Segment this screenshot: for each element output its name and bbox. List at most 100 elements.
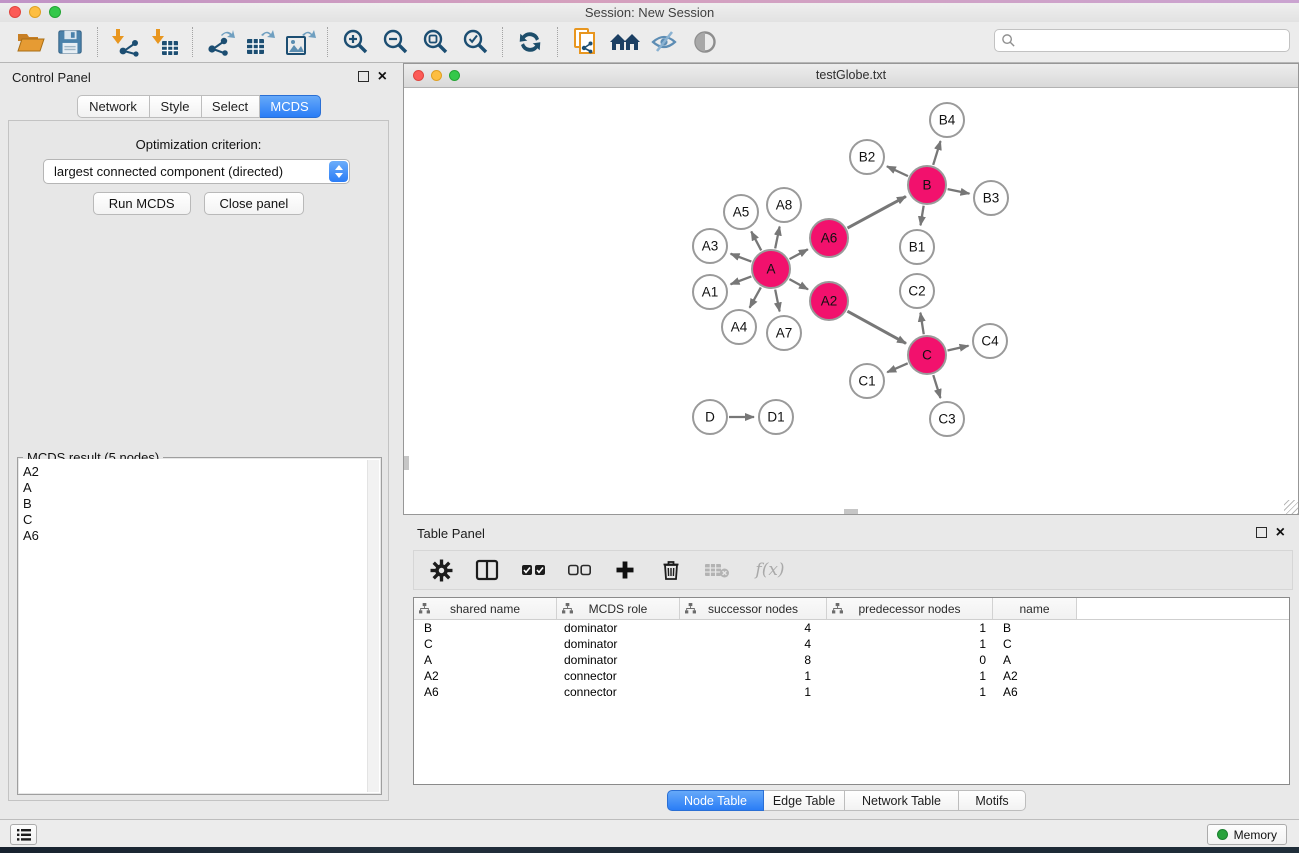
- graph-node-A2[interactable]: A2: [810, 282, 848, 320]
- table-settings-button[interactable]: [428, 557, 454, 583]
- network-canvas[interactable]: B4 B2 B B3 A8 A5 A6 A3 B1 A A1 C2 A2 A4 A7 C4 C C1 C3 D D1: [404, 88, 1298, 514]
- import-network-button[interactable]: [105, 25, 145, 59]
- graph-node-A7[interactable]: A7: [767, 316, 801, 350]
- resize-grip[interactable]: [1284, 500, 1298, 514]
- export-image-button[interactable]: [280, 25, 320, 59]
- graph-edge-A2-C[interactable]: [847, 311, 906, 343]
- tab-network-table[interactable]: Network Table: [845, 790, 959, 811]
- memory-button[interactable]: Memory: [1207, 824, 1287, 845]
- delete-column-button[interactable]: [658, 557, 684, 583]
- graph-node-C4[interactable]: C4: [973, 324, 1007, 358]
- graph-edge-A-A1[interactable]: [731, 276, 752, 284]
- list-item[interactable]: A: [23, 480, 380, 496]
- tab-mcds[interactable]: MCDS: [260, 95, 321, 118]
- show-columns-button[interactable]: [474, 557, 500, 583]
- zoom-fit-button[interactable]: [415, 25, 455, 59]
- graph-node-A5[interactable]: A5: [724, 195, 758, 229]
- column-header-successor-nodes[interactable]: successor nodes: [680, 598, 827, 619]
- graph-edge-C-C1[interactable]: [887, 363, 908, 372]
- table-row[interactable]: C dominator 4 1 C: [414, 636, 1289, 652]
- graph-edge-A-A5[interactable]: [751, 231, 761, 250]
- tab-select[interactable]: Select: [202, 95, 260, 118]
- graph-edge-B-B1[interactable]: [921, 206, 924, 226]
- graph-node-A8[interactable]: A8: [767, 188, 801, 222]
- graph-edge-A-A7[interactable]: [775, 290, 779, 312]
- tab-edge-table[interactable]: Edge Table: [764, 790, 845, 811]
- list-item[interactable]: A2: [23, 464, 380, 480]
- zoom-out-button[interactable]: [375, 25, 415, 59]
- clone-network-button[interactable]: [565, 25, 605, 59]
- scrollbar-nub[interactable]: [844, 509, 858, 514]
- tab-node-table[interactable]: Node Table: [667, 790, 764, 811]
- tab-motifs[interactable]: Motifs: [959, 790, 1026, 811]
- apply-function-button[interactable]: f(x): [750, 557, 790, 583]
- graph-node-C1[interactable]: C1: [850, 364, 884, 398]
- graph-node-B2[interactable]: B2: [850, 140, 884, 174]
- float-panel-icon[interactable]: [358, 71, 369, 82]
- table-row[interactable]: A dominator 8 0 A: [414, 652, 1289, 668]
- list-scrollbar[interactable]: [367, 460, 379, 792]
- graph-edge-A-A4[interactable]: [750, 287, 761, 307]
- delete-table-button[interactable]: [704, 557, 730, 583]
- add-column-button[interactable]: [612, 557, 638, 583]
- graph-node-D1[interactable]: D1: [759, 400, 793, 434]
- refresh-button[interactable]: [510, 25, 550, 59]
- column-header-name[interactable]: name: [993, 598, 1077, 619]
- graph-edge-B-B2[interactable]: [887, 166, 908, 176]
- show-graphics-button[interactable]: [685, 25, 725, 59]
- list-item[interactable]: C: [23, 512, 380, 528]
- list-item[interactable]: B: [23, 496, 380, 512]
- save-session-button[interactable]: [50, 25, 90, 59]
- search-field[interactable]: [994, 29, 1290, 52]
- table-row[interactable]: A6 connector 1 1 A6: [414, 684, 1289, 700]
- float-panel-icon[interactable]: [1256, 527, 1267, 538]
- graph-edge-C-C2[interactable]: [920, 313, 923, 335]
- graph-node-B1[interactable]: B1: [900, 230, 934, 264]
- graph-edge-A-A6[interactable]: [790, 249, 808, 259]
- graph-edge-A6-B[interactable]: [847, 196, 905, 228]
- graph-node-C[interactable]: C: [908, 336, 946, 374]
- close-panel-icon[interactable]: ×: [378, 71, 387, 82]
- select-all-button[interactable]: [520, 557, 546, 583]
- graph-node-C2[interactable]: C2: [900, 274, 934, 308]
- graph-node-B3[interactable]: B3: [974, 181, 1008, 215]
- graph-edge-B-B3[interactable]: [948, 189, 970, 193]
- graph-node-D[interactable]: D: [693, 400, 727, 434]
- table-row[interactable]: B dominator 4 1 B: [414, 620, 1289, 636]
- network-graph[interactable]: B4 B2 B B3 A8 A5 A6 A3 B1 A A1 C2 A2 A4 A7 C4 C C1 C3 D D1: [404, 88, 1298, 514]
- run-mcds-button[interactable]: Run MCDS: [93, 192, 191, 215]
- table-row[interactable]: A2 connector 1 1 A2: [414, 668, 1289, 684]
- graph-edge-A-A3[interactable]: [731, 254, 752, 262]
- tab-style[interactable]: Style: [150, 95, 202, 118]
- graph-node-A[interactable]: A: [752, 250, 790, 288]
- export-table-button[interactable]: [240, 25, 280, 59]
- close-panel-button[interactable]: Close panel: [204, 192, 305, 215]
- graph-node-C3[interactable]: C3: [930, 402, 964, 436]
- graph-edge-A-A2[interactable]: [789, 279, 808, 289]
- column-header-shared-name[interactable]: shared name: [414, 598, 557, 619]
- node-table[interactable]: shared name MCDS role successor nodes pr…: [413, 597, 1290, 785]
- deselect-all-button[interactable]: [566, 557, 592, 583]
- list-item[interactable]: A6: [23, 528, 380, 544]
- graph-node-A1[interactable]: A1: [693, 275, 727, 309]
- graph-node-A4[interactable]: A4: [722, 310, 756, 344]
- graph-edge-A-A8[interactable]: [775, 227, 779, 249]
- graph-edge-B-B4[interactable]: [933, 141, 940, 165]
- open-session-button[interactable]: [10, 25, 50, 59]
- task-history-button[interactable]: [10, 824, 37, 845]
- graph-node-B4[interactable]: B4: [930, 103, 964, 137]
- export-network-button[interactable]: [200, 25, 240, 59]
- graph-node-A6[interactable]: A6: [810, 219, 848, 257]
- search-input[interactable]: [1016, 32, 1289, 50]
- column-header-mcds-role[interactable]: MCDS role: [557, 598, 680, 619]
- graph-node-A3[interactable]: A3: [693, 229, 727, 263]
- column-header-predecessor-nodes[interactable]: predecessor nodes: [827, 598, 993, 619]
- close-panel-icon[interactable]: ×: [1276, 527, 1285, 538]
- graph-edge-C-C3[interactable]: [933, 375, 940, 398]
- import-table-button[interactable]: [145, 25, 185, 59]
- home-button[interactable]: [605, 25, 645, 59]
- network-window-titlebar[interactable]: testGlobe.txt: [404, 64, 1298, 88]
- graph-node-B[interactable]: B: [908, 166, 946, 204]
- hide-graphics-button[interactable]: [645, 25, 685, 59]
- zoom-in-button[interactable]: [335, 25, 375, 59]
